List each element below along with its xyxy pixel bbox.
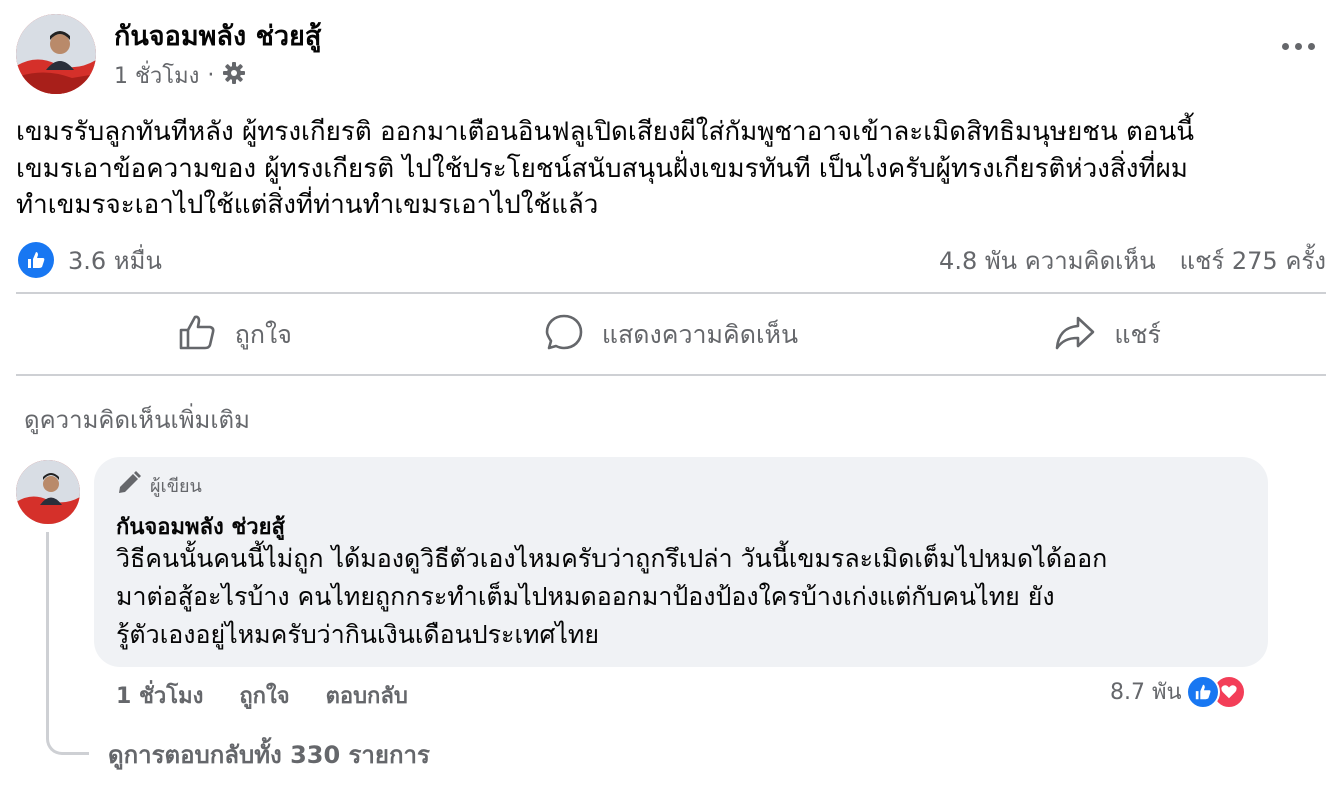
like-button[interactable]: ถูกใจ (16, 298, 453, 372)
post-author-name[interactable]: กันจอมพลัง ช่วยสู้ (114, 14, 321, 57)
post-time[interactable]: 1 ชั่วโมง (114, 58, 199, 93)
comment-author-name[interactable]: กันจอมพลัง ช่วยสู้ (116, 509, 285, 544)
view-more-comments-link[interactable]: ดูความคิดเห็นเพิ่มเติม (24, 400, 250, 439)
author-badge-label: ผู้เขียน (150, 476, 202, 497)
author-badge: ผู้เขียน (116, 470, 202, 501)
post-stats: 3.6 หมื่น 4.8 พัน ความคิดเห็น แชร์ 275 ค… (18, 238, 1326, 282)
reply-thread-line (46, 532, 89, 755)
comment-text-line: มาต่อสู้อะไรบ้าง คนไทยถูกกระทำเต็มไปหมดอ… (116, 582, 1055, 611)
meta-separator: · (207, 63, 215, 88)
shares-count[interactable]: แชร์ 275 ครั้ง (1180, 241, 1326, 280)
comment-reactions-count: 8.7 พัน (1110, 680, 1182, 705)
speech-bubble-icon (544, 312, 584, 358)
divider (16, 292, 1326, 294)
post-meta: 1 ชั่วโมง · (114, 58, 246, 93)
comment-text-line: วิธีคนนั้นคนนี้ไม่ถูก ได้มองดูวิธีตัวเอง… (116, 544, 1108, 573)
share-arrow-icon (1054, 312, 1096, 358)
comment-button[interactable]: แสดงความคิดเห็น (453, 298, 890, 372)
comment-label: แสดงความคิดเห็น (601, 320, 799, 349)
comment-like-link[interactable]: ถูกใจ (239, 678, 289, 713)
comment-text-line: รู้ตัวเองอยู่ไหมครับว่ากินเงินเดือนประเท… (116, 620, 600, 649)
post-text-line: ทำเขมรจะเอาไปใช้แต่สิ่งที่ท่านทำเขมรเอาไ… (16, 190, 599, 220)
gear-icon[interactable] (222, 61, 246, 91)
post-action-bar: ถูกใจ แสดงความคิดเห็น แชร์ (16, 298, 1326, 372)
more-options-button[interactable] (1274, 26, 1322, 66)
comment-text: วิธีคนนั้นคนนี้ไม่ถูก ได้มองดูวิธีตัวเอง… (116, 540, 1256, 654)
view-all-replies-link[interactable]: ดูการตอบกลับทั้ง 330 รายการ (108, 735, 430, 774)
post-text-line: เขมรรับลูกทันทีหลัง ผู้ทรงเกียรติ ออกมาเ… (16, 117, 1195, 147)
comment-reply-link[interactable]: ตอบกลับ (326, 678, 408, 713)
post-author-avatar[interactable] (16, 14, 96, 94)
comment-actions: 1 ชั่วโมง ถูกใจ ตอบกลับ (116, 678, 408, 713)
share-label: แชร์ (1114, 320, 1161, 349)
comment-author-avatar[interactable] (16, 460, 80, 524)
comments-count[interactable]: 4.8 พัน ความคิดเห็น (939, 241, 1156, 280)
reactions-count[interactable]: 3.6 หมื่น (68, 241, 162, 280)
like-reaction-icon (1185, 674, 1220, 709)
like-reaction-icon[interactable] (18, 242, 54, 278)
like-label: ถูกใจ (234, 320, 292, 349)
comment-time[interactable]: 1 ชั่วโมง (116, 678, 203, 713)
comment-reactions[interactable]: 8.7 พัน (1110, 674, 1246, 709)
divider (16, 374, 1326, 376)
more-dots-icon (1281, 42, 1289, 50)
post-text: เขมรรับลูกทันทีหลัง ผู้ทรงเกียรติ ออกมาเ… (16, 114, 1326, 224)
share-button[interactable]: แชร์ (889, 298, 1326, 372)
pencil-icon (116, 470, 142, 501)
post-text-line: เขมรเอาข้อความของ ผู้ทรงเกียรติ ไปใช้ประ… (16, 153, 1188, 184)
thumbs-up-icon (177, 312, 217, 358)
